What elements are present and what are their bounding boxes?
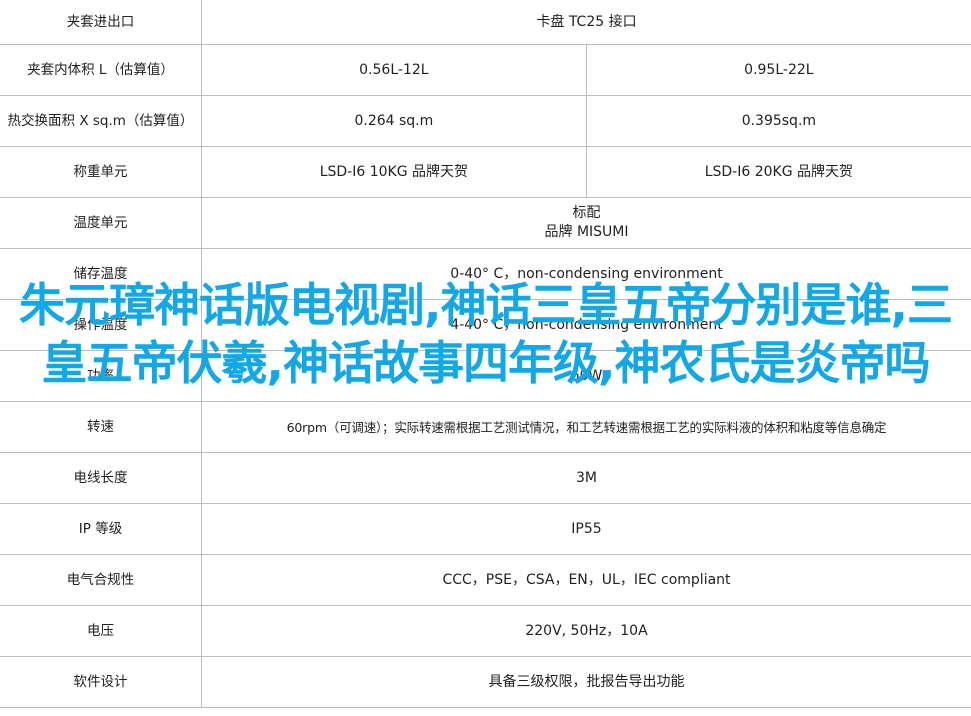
table-row: 称重单元 LSD-I6 10KG 品牌天贺 LSD-I6 20KG 品牌天贺 [0,146,971,198]
spec-label: 电线长度 [0,452,202,504]
spec-label: 夹套进出口 [0,0,202,45]
table-row: 夹套进出口 卡盘 TC25 接口 [0,0,971,45]
spec-value-line: 4-40° C，non-condensing environment [450,316,723,333]
spec-value-line: 卡盘 TC25 接口 [536,13,637,30]
spec-value-line: IP55 [571,520,602,537]
spec-value: 0-40° C，non-condensing environment [201,248,971,300]
table-row: 功率 60W [0,350,971,402]
table-row: 储存温度 0-40° C，non-condensing environment [0,248,971,300]
spec-value-line: 品牌 MISUMI [544,224,629,240]
table-row: IP 等级 IP55 [0,503,971,555]
spec-label: 电压 [0,605,202,657]
spec-label: 温度单元 [0,197,202,249]
spec-label: 储存温度 [0,248,202,300]
spec-value-line: 60rpm（可调速）；实际转速需根据工艺测试情况，和工艺转速需根据工艺的实际料液… [286,419,887,435]
table-row: 软件设计 具备三级权限，批报告导出功能 [0,656,971,708]
spec-value: 60rpm（可调速）；实际转速需根据工艺测试情况，和工艺转速需根据工艺的实际料液… [201,401,971,453]
spec-label: 夹套内体积 L（估算值） [0,44,202,96]
table-row: 电压 220V, 50Hz，10A [0,605,971,657]
spec-label: 操作温度 [0,299,202,351]
spec-value-small-model: 0.56L-12L [201,44,587,96]
spec-value-line: 0-40° C，non-condensing environment [450,265,723,282]
table-row: 电线长度 3M [0,452,971,504]
spec-value: 4-40° C，non-condensing environment [201,299,971,351]
spec-label: 称重单元 [0,146,202,198]
table-row: 操作温度 4-40° C，non-condensing environment [0,299,971,351]
spec-label: 功率 [0,350,202,402]
spec-value-line: 60W [570,367,603,384]
table-row: 转速 60rpm（可调速）；实际转速需根据工艺测试情况，和工艺转速需根据工艺的实际… [0,401,971,453]
spec-value: 220V, 50Hz，10A [201,605,971,657]
spec-value-large-model: 0.395sq.m [585,95,971,147]
spec-label: 软件设计 [0,656,202,708]
spec-value-line: 具备三级权限，批报告导出功能 [488,673,685,690]
table-row: 热交换面积 X sq.m（估算值） 0.264 sq.m 0.395sq.m [0,95,971,147]
spec-value-large-model: 0.95L-22L [585,44,971,96]
spec-value-small-model: LSD-I6 10KG 品牌天贺 [201,146,587,198]
table-row: 电气合规性 CCC，PSE，CSA，EN，UL，IEC compliant [0,554,971,606]
spec-value: 3M [201,452,971,504]
spec-value: 卡盘 TC25 接口 [201,0,971,45]
spec-table-body: 夹套进出口 卡盘 TC25 接口夹套内体积 L（估算值） 0.56L-12L 0.95… [0,0,971,708]
spec-table: 夹套进出口 卡盘 TC25 接口夹套内体积 L（估算值） 0.56L-12L 0.95… [0,0,971,708]
spec-value: 60W [201,350,971,402]
spec-value-line: 标配 [572,205,601,221]
spec-value: 具备三级权限，批报告导出功能 [201,656,971,708]
spec-value-large-model: LSD-I6 20KG 品牌天贺 [585,146,971,198]
spec-label: IP 等级 [0,503,202,555]
spec-value-line: CCC，PSE，CSA，EN，UL，IEC compliant [442,571,731,588]
spec-value: IP55 [201,503,971,555]
table-row: 温度单元 标配 品牌 MISUMI [0,197,971,249]
spec-label: 转速 [0,401,202,453]
table-row: 夹套内体积 L（估算值） 0.56L-12L 0.95L-22L [0,44,971,96]
spec-label: 电气合规性 [0,554,202,606]
spec-value-line: 3M [576,469,597,486]
spec-value-small-model: 0.264 sq.m [201,95,587,147]
spec-value: CCC，PSE，CSA，EN，UL，IEC compliant [201,554,971,606]
spec-value: 标配品牌 MISUMI [201,197,971,249]
spec-label: 热交换面积 X sq.m（估算值） [0,95,202,147]
spec-value-line: 220V, 50Hz，10A [525,622,648,639]
